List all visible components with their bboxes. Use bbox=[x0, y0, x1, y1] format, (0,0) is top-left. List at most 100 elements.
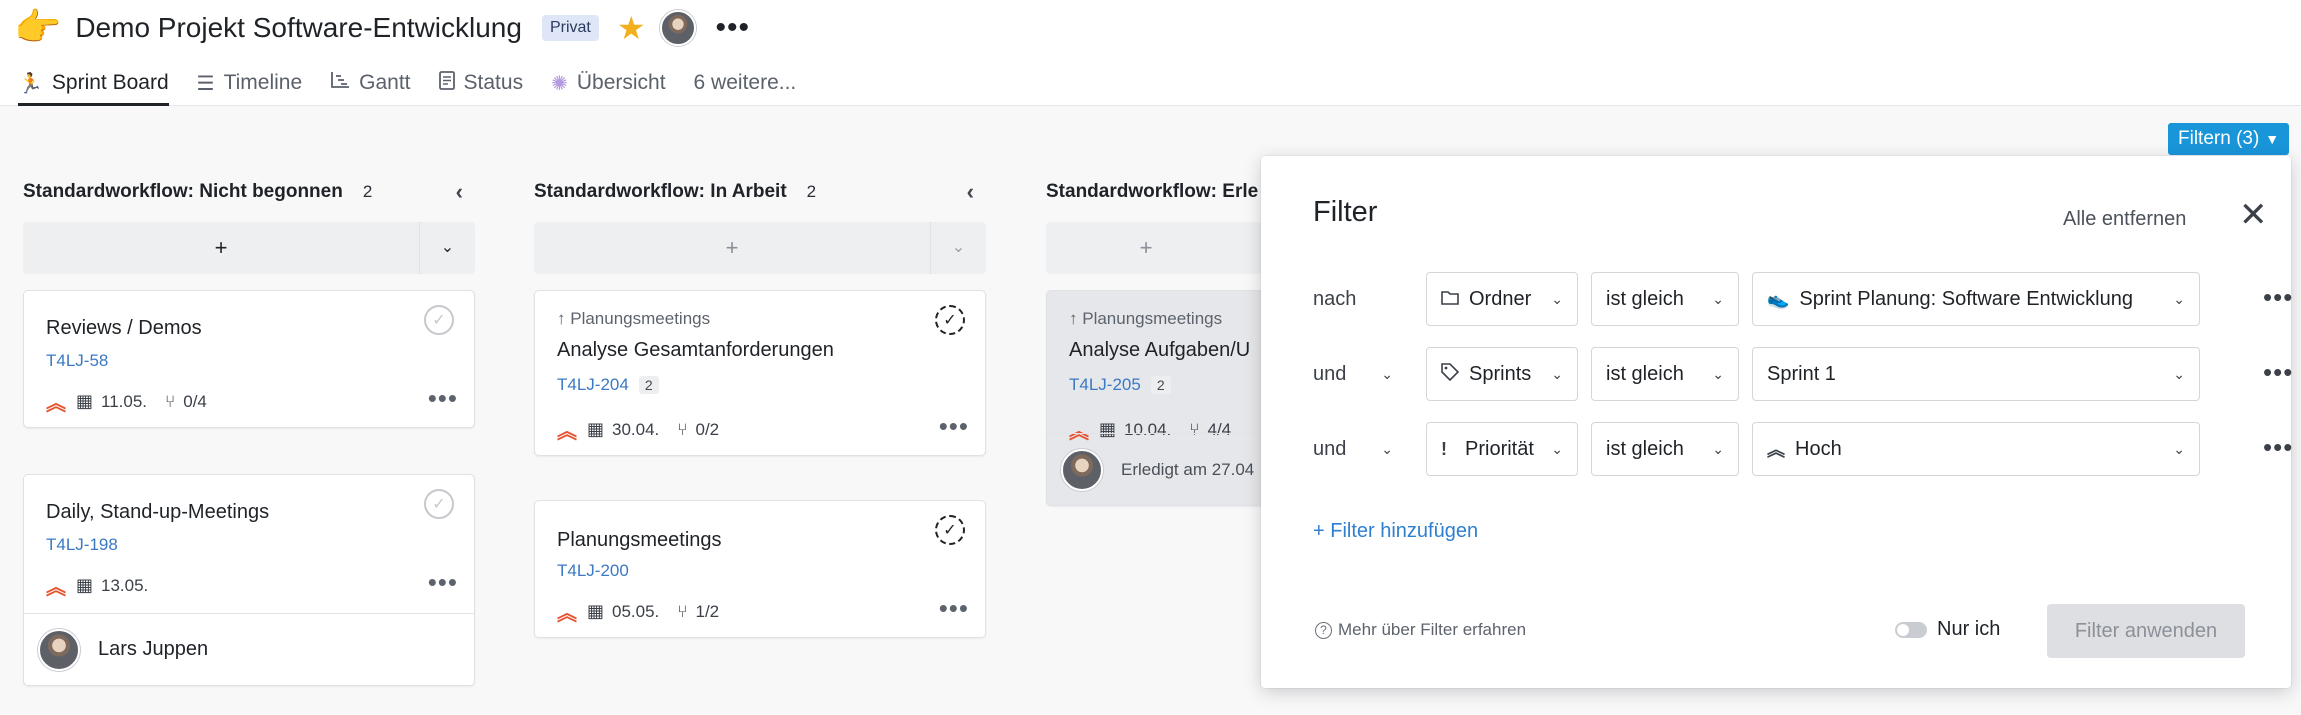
privacy-badge[interactable]: Privat bbox=[541, 15, 599, 41]
chevron-down-icon: ⌄ bbox=[2173, 440, 2185, 457]
add-task-button[interactable]: + bbox=[23, 235, 419, 261]
card-title: Daily, Stand-up-Meetings bbox=[46, 501, 270, 523]
toggle-switch[interactable] bbox=[1895, 621, 1927, 638]
chevron-down-icon: ⌄ bbox=[1551, 290, 1563, 307]
filter-row-more-icon[interactable]: ••• bbox=[2263, 282, 2293, 313]
filter-field-select[interactable]: Ordner ⌄ bbox=[1426, 272, 1578, 326]
filter-conjunction-select[interactable]: und ⌄ bbox=[1313, 347, 1413, 401]
page-title[interactable]: Demo Projekt Software-Entwicklung bbox=[75, 12, 522, 44]
subtask-badge: 2 bbox=[638, 376, 659, 394]
folder-icon bbox=[1441, 289, 1459, 310]
filter-value-select[interactable]: 👟 Sprint Planung: Software Entwicklung ⌄ bbox=[1752, 272, 2200, 326]
conjunction-label: und bbox=[1313, 437, 1347, 460]
tab-status[interactable]: Status bbox=[438, 62, 524, 104]
apply-filter-button[interactable]: Filter anwenden bbox=[2047, 604, 2245, 658]
task-card[interactable]: ✓ Daily, Stand-up-Meetings T4LJ-198 ︽ ▦ … bbox=[23, 474, 475, 686]
tab-sprint-board[interactable]: 🏃 Sprint Board bbox=[18, 62, 169, 106]
complete-check-icon[interactable]: ✓ bbox=[424, 305, 454, 335]
card-more-icon[interactable]: ••• bbox=[428, 567, 458, 598]
card-meta: ︽ ▦ 30.04. ⑂ 0/2 bbox=[557, 415, 719, 444]
card-key[interactable]: T4LJ-58 bbox=[46, 351, 108, 371]
parent-arrow-icon: ↑ bbox=[1069, 309, 1078, 328]
add-task-button[interactable]: + bbox=[534, 235, 930, 261]
add-task-button[interactable]: + bbox=[1046, 235, 1246, 261]
completed-date: Erledigt am 27.04 bbox=[1121, 459, 1255, 479]
tab-overview[interactable]: ✺ Übersicht bbox=[551, 62, 665, 104]
card-key: T4LJ-205 bbox=[1069, 375, 1141, 394]
due-date: 05.05. bbox=[612, 601, 660, 621]
filter-toggle-button[interactable]: Filtern (3) ▼ bbox=[2168, 123, 2290, 155]
filter-operator-select[interactable]: ist gleich ⌄ bbox=[1591, 347, 1739, 401]
parent-title: Planungsmeetings bbox=[570, 309, 711, 328]
card-title: Analyse Aufgaben/U bbox=[1069, 339, 1251, 361]
filter-row: nach Ordner ⌄ ist gleich ⌄ 👟 Sprint Plan… bbox=[1313, 272, 2292, 326]
card-title: Reviews / Demos bbox=[46, 317, 202, 339]
project-more-icon[interactable]: ••• bbox=[716, 13, 751, 43]
task-card[interactable]: ✓ Planungsmeetings T4LJ-200 ︽ ▦ 05.05. ⑂… bbox=[534, 500, 986, 638]
chevron-down-icon: ▼ bbox=[2265, 131, 2280, 147]
filter-field-select[interactable]: ! Priorität ⌄ bbox=[1426, 422, 1578, 476]
value-label: Sprint Planung: Software Entwicklung bbox=[1799, 287, 2133, 310]
task-card[interactable]: ✓ ↑ Planungsmeetings Analyse Gesamtanfor… bbox=[534, 290, 986, 456]
filter-operator-select[interactable]: ist gleich ⌄ bbox=[1591, 272, 1739, 326]
add-options-chevron-icon[interactable]: ⌄ bbox=[419, 222, 475, 274]
tab-label: Status bbox=[463, 71, 524, 94]
add-filter-button[interactable]: + Filter hinzufügen bbox=[1313, 520, 1478, 543]
priority-high-icon: ︽ bbox=[1767, 440, 1785, 460]
complete-check-icon[interactable]: ✓ bbox=[424, 489, 454, 519]
column-header: Standardworkflow: Nicht begonnen 2 ‹ bbox=[23, 172, 475, 212]
calendar-icon: ▦ bbox=[76, 575, 94, 595]
card-key[interactable]: T4LJ-200 bbox=[557, 561, 629, 581]
card-more-icon[interactable]: ••• bbox=[428, 383, 458, 414]
tab-label: Gantt bbox=[359, 71, 411, 94]
view-tabs: 🏃 Sprint Board ☰ Timeline Gantt Status ✺… bbox=[18, 62, 824, 106]
tab-label: Sprint Board bbox=[51, 71, 169, 94]
card-key-row[interactable]: T4LJ-204 2 bbox=[557, 375, 659, 395]
board-column-not-started: Standardworkflow: Nicht begonnen 2 ‹ + ⌄… bbox=[23, 172, 475, 686]
subtask-icon: ⑂ bbox=[677, 601, 688, 621]
task-card[interactable]: ✓ Reviews / Demos T4LJ-58 ︽ ▦ 11.05. ⑂ 0… bbox=[23, 290, 475, 428]
filter-panel: Filter Alle entfernen ✕ nach Ordner ⌄ is… bbox=[1261, 156, 2293, 688]
filter-conjunction-select[interactable]: und ⌄ bbox=[1313, 422, 1413, 476]
close-icon[interactable]: ✕ bbox=[2239, 198, 2268, 232]
only-me-toggle[interactable]: Nur ich bbox=[1895, 618, 2000, 641]
list-lines-icon: ☰ bbox=[196, 72, 215, 95]
tab-more-views[interactable]: 6 weitere... bbox=[694, 62, 797, 104]
card-key-row[interactable]: T4LJ-205 2 bbox=[1069, 375, 1171, 395]
remove-all-filters-button[interactable]: Alle entfernen bbox=[2063, 208, 2186, 231]
card-title: Planungsmeetings bbox=[557, 529, 722, 551]
filter-value-select[interactable]: Sprint 1 ⌄ bbox=[1752, 347, 2200, 401]
filter-value-select[interactable]: ︽ Hoch ⌄ bbox=[1752, 422, 2200, 476]
filter-row-more-icon[interactable]: ••• bbox=[2263, 432, 2293, 463]
chevron-down-icon: ⌄ bbox=[1381, 365, 1393, 382]
sprint-shoe-icon: 👟 bbox=[1767, 288, 1790, 309]
card-more-icon[interactable]: ••• bbox=[939, 593, 969, 624]
title-row: 👉 Demo Projekt Software-Entwicklung Priv… bbox=[14, 6, 750, 50]
add-task-bar: + ⌄ bbox=[534, 222, 986, 274]
in-progress-check-icon[interactable]: ✓ bbox=[935, 305, 965, 335]
column-title: Standardworkflow: Nicht begonnen bbox=[23, 181, 343, 202]
card-parent[interactable]: ↑ Planungsmeetings bbox=[557, 309, 710, 329]
assignee-avatar bbox=[1061, 448, 1103, 491]
card-assignee[interactable]: Lars Juppen bbox=[24, 613, 474, 685]
subtask-icon: ⑂ bbox=[677, 419, 688, 439]
collapse-column-icon[interactable]: ‹ bbox=[456, 179, 463, 205]
conjunction-label: und bbox=[1313, 362, 1347, 385]
filter-row-more-icon[interactable]: ••• bbox=[2263, 357, 2293, 388]
in-progress-check-icon[interactable]: ✓ bbox=[935, 515, 965, 545]
collapse-column-icon[interactable]: ‹ bbox=[967, 179, 974, 205]
favorite-star-icon[interactable]: ★ bbox=[617, 12, 646, 44]
help-circle-icon: ? bbox=[1315, 621, 1332, 639]
filter-field-select[interactable]: Sprints ⌄ bbox=[1426, 347, 1578, 401]
card-more-icon[interactable]: ••• bbox=[939, 411, 969, 442]
tab-gantt[interactable]: Gantt bbox=[330, 62, 411, 104]
add-options-chevron-icon[interactable]: ⌄ bbox=[930, 222, 986, 274]
card-parent[interactable]: ↑ Planungsmeetings bbox=[1069, 309, 1222, 329]
filter-help-link[interactable]: ? Mehr über Filter erfahren bbox=[1315, 620, 1526, 640]
value-label: Hoch bbox=[1795, 437, 1842, 460]
card-key[interactable]: T4LJ-198 bbox=[46, 535, 118, 555]
gantt-chart-icon bbox=[330, 71, 350, 95]
owner-avatar[interactable] bbox=[659, 10, 696, 46]
filter-operator-select[interactable]: ist gleich ⌄ bbox=[1591, 422, 1739, 476]
tab-timeline[interactable]: ☰ Timeline bbox=[197, 62, 303, 104]
